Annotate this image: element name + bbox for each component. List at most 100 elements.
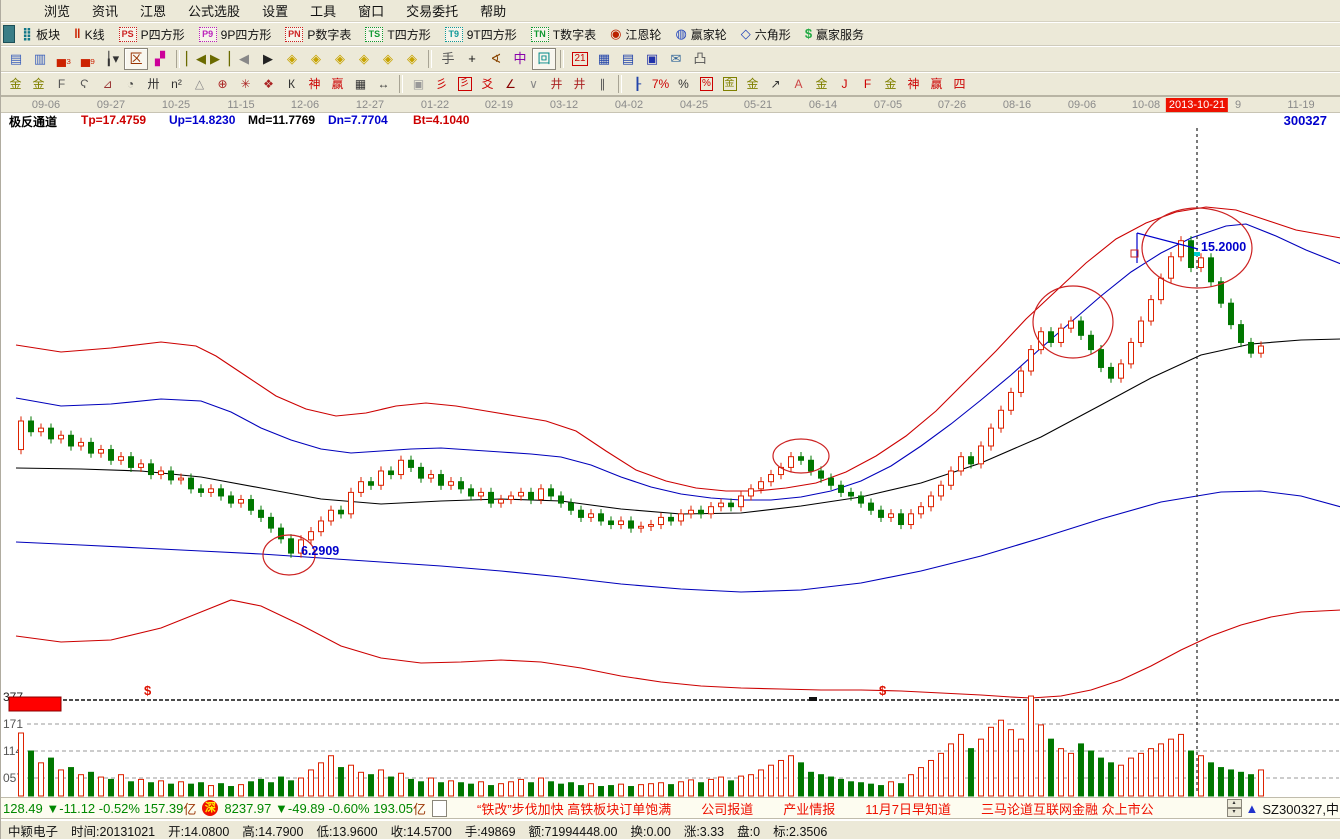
k-notation-icon[interactable]: К (280, 74, 303, 94)
diamond-hshrink-icon[interactable]: ◈ (352, 48, 376, 70)
p-number-button[interactable]: PNP数字表 (278, 23, 358, 45)
angle-gauge-icon[interactable]: ⊿ (96, 74, 119, 94)
winner-service-button[interactable]: $赢家服务 (798, 23, 871, 45)
hand-icon[interactable]: 手 (436, 48, 460, 70)
pct7-icon[interactable]: 7% (649, 74, 672, 94)
wave-a-icon[interactable]: A (787, 74, 810, 94)
brain-tool-icon[interactable]: 回 (532, 48, 556, 70)
channel-tool-icon[interactable]: 区 (124, 48, 148, 70)
v-wave-icon[interactable]: ∨ (522, 74, 545, 94)
si-angle-icon[interactable]: 四 (948, 74, 971, 94)
fan-icon[interactable]: 彡 (430, 74, 453, 94)
f-angle-icon[interactable]: F (856, 74, 879, 94)
menu-item-浏览[interactable]: 浏览 (33, 0, 81, 22)
mail-icon[interactable]: ✉ (664, 48, 688, 70)
region-tool-icon[interactable]: 中 (508, 48, 532, 70)
grid-box-icon[interactable]: 井 (545, 74, 568, 94)
news-headline-link[interactable]: 11月7日早知道 (865, 799, 951, 818)
gann-wheel-button[interactable]: ◉江恩轮 (603, 23, 668, 45)
doc-panel-icon[interactable]: ▤ (4, 48, 28, 70)
notepad-icon[interactable]: ▤ (616, 48, 640, 70)
menu-item-资讯[interactable]: 资讯 (81, 0, 129, 22)
win-angle-icon[interactable]: 赢 (925, 74, 948, 94)
t-number-button[interactable]: TNT数字表 (524, 23, 603, 45)
win-grid-icon[interactable]: 赢 (326, 74, 349, 94)
diamond-star-icon[interactable]: ◈ (376, 48, 400, 70)
ticker-scroll-spinner[interactable]: ▴ ▾ (1227, 799, 1242, 817)
t9-square-button[interactable]: T99T四方形 (438, 23, 524, 45)
menu-item-设置[interactable]: 设置 (251, 0, 299, 22)
tick-ruler-icon[interactable]: 卅 (142, 74, 165, 94)
ticker-input-box[interactable] (432, 800, 447, 817)
fan-box-icon[interactable]: 彡 (453, 74, 476, 94)
star-web-icon[interactable]: ✳ (234, 74, 257, 94)
first-bar-icon[interactable]: ▏◀ (184, 48, 208, 70)
candle-type-icon[interactable]: ╽▾ (100, 48, 124, 70)
grid123-icon[interactable]: ▦ (349, 74, 372, 94)
chart-area[interactable]: 37717111405715.20006.2909$$ (1, 128, 1340, 797)
color-histogram-icon[interactable]: ▞ (148, 48, 172, 70)
n-square-icon[interactable]: n² (165, 74, 188, 94)
span-arrow-icon[interactable]: ↔ (372, 74, 395, 94)
angle-measure-icon[interactable]: ∢ (484, 48, 508, 70)
winner-wheel-button[interactable]: ◍赢家轮 (668, 23, 733, 45)
save-icon[interactable]: ▣ (640, 48, 664, 70)
doc-list-icon[interactable]: ▥ (28, 48, 52, 70)
hexagon-button[interactable]: ◇六角形 (734, 23, 798, 45)
parallel-lines-icon[interactable]: ∥ (591, 74, 614, 94)
f-gate-icon[interactable]: F (50, 74, 73, 94)
diamond-right-icon[interactable]: ◈ (304, 48, 328, 70)
last-bar-icon[interactable]: ▶▕ (208, 48, 232, 70)
blocks-button[interactable]: ⣿板块 (15, 23, 67, 45)
news-headline-link[interactable]: 产业情报 (783, 799, 835, 818)
kline3-icon[interactable]: ▄₃ (52, 48, 76, 70)
t-square-button[interactable]: TST四方形 (358, 23, 437, 45)
box-tool-icon[interactable]: ▣ (407, 74, 430, 94)
fan-angle-icon[interactable]: ∠ (499, 74, 522, 94)
main-chart[interactable]: 37717111405715.20006.2909$$ (1, 128, 1340, 797)
printer-icon[interactable]: 凸 (688, 48, 712, 70)
calendar-icon[interactable]: 21 (568, 48, 592, 70)
spinner-down-icon[interactable]: ▾ (1227, 808, 1242, 817)
kline-button[interactable]: ǁK线 (67, 23, 111, 45)
shen-angle-icon[interactable]: 神 (902, 74, 925, 94)
measure-pen-icon[interactable]: ↗ (764, 74, 787, 94)
news-headline-link[interactable]: “铁改”步伐加快 高铁板块订单饱满 (477, 799, 671, 818)
menu-item-帮助[interactable]: 帮助 (469, 0, 517, 22)
scale-bars-icon[interactable]: ┠ (626, 74, 649, 94)
calculator-icon[interactable]: ▦ (592, 48, 616, 70)
diamond-left-icon[interactable]: ◈ (280, 48, 304, 70)
spinner-up-icon[interactable]: ▴ (1227, 799, 1242, 808)
circle-cross-icon[interactable]: ⊕ (211, 74, 234, 94)
menu-item-江恩[interactable]: 江恩 (129, 0, 177, 22)
gold-gate-icon[interactable]: 金 (4, 74, 27, 94)
mirror-fold-icon[interactable]: △ (188, 74, 211, 94)
pct-lines-icon[interactable]: % (695, 74, 718, 94)
crosshair-icon[interactable]: + (460, 48, 484, 70)
news-headline-link[interactable]: 公司报道 (701, 799, 753, 818)
news-headline-link[interactable]: 三马论道互联网金融 众上市公 (981, 799, 1154, 818)
j-angle-icon[interactable]: J (833, 74, 856, 94)
menu-item-公式选股[interactable]: 公式选股 (177, 0, 251, 22)
p9-square-button[interactable]: P99P四方形 (192, 23, 279, 45)
fan-dense-icon[interactable]: 爻 (476, 74, 499, 94)
square-web-icon[interactable]: ❖ (257, 74, 280, 94)
menu-item-工具[interactable]: 工具 (299, 0, 347, 22)
gold-circle-icon[interactable]: 金 (718, 74, 741, 94)
p-square-button[interactable]: PSP四方形 (112, 23, 192, 45)
gold-gate2-icon[interactable]: 金 (27, 74, 50, 94)
gold-angle2-icon[interactable]: 金 (879, 74, 902, 94)
prev-bar-icon[interactable]: ◀ (232, 48, 256, 70)
pct-icon[interactable]: % (672, 74, 695, 94)
menu-item-窗口[interactable]: 窗口 (347, 0, 395, 22)
gold-angle-icon[interactable]: 金 (810, 74, 833, 94)
grid-box2-icon[interactable]: 井 (568, 74, 591, 94)
kline9-icon[interactable]: ▄₉ (76, 48, 100, 70)
shen-grid-icon[interactable]: 神 (303, 74, 326, 94)
next-bar-icon[interactable]: ▶ (256, 48, 280, 70)
diamond-hexpand-icon[interactable]: ◈ (328, 48, 352, 70)
gann-clock-icon[interactable]: ◔ (119, 74, 142, 94)
menu-item-交易委托[interactable]: 交易委托 (395, 0, 469, 22)
diamond-cross-icon[interactable]: ◈ (400, 48, 424, 70)
spiral-icon[interactable]: Ϛ (73, 74, 96, 94)
